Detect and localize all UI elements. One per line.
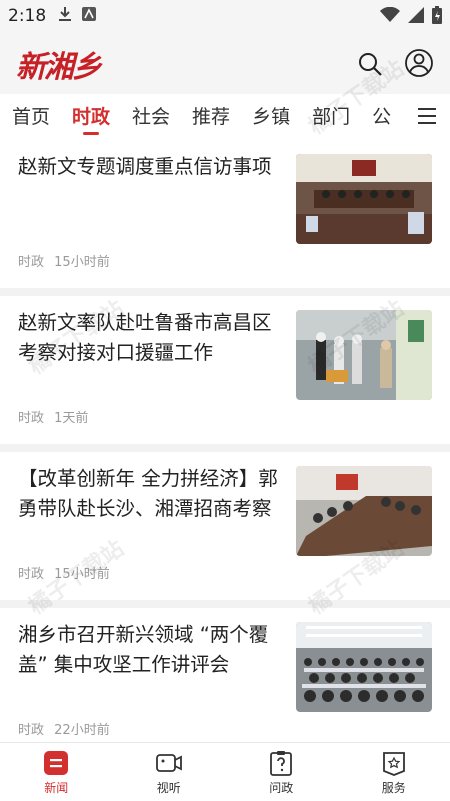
news-time: 15小时前 [54,567,110,582]
news-meta: 时政 1天前 [18,407,88,426]
news-title: 【改革创新年 全力拼经济】郭勇带队赴长沙、湘潭招商考察 [18,464,278,524]
search-button[interactable] [356,50,384,78]
news-category: 时政 [18,723,44,738]
question-icon [268,750,294,776]
news-meta: 时政 22小时前 [18,719,110,738]
nav-service-label: 服务 [382,779,406,796]
tab-public[interactable]: 公 [372,94,391,140]
news-category: 时政 [18,567,44,582]
news-meta: 时政 15小时前 [18,563,110,582]
download-icon [58,6,72,27]
status-time: 2:18 [8,6,46,26]
news-category: 时政 [18,255,44,270]
tab-home[interactable]: 首页 [12,94,50,140]
news-category: 时政 [18,411,44,426]
tab-politics[interactable]: 时政 [72,94,110,140]
search-icon [356,50,384,78]
tabs-scroll[interactable]: 首页 时政 社会 推荐 乡镇 部门 公 [0,94,400,140]
news-card[interactable]: 赵新文专题调度重点信访事项 时政 15小时前 [0,140,450,288]
news-time: 1天前 [54,411,88,426]
signal-icon [408,7,424,28]
news-title: 湘乡市召开新兴领域 “两个覆盖” 集中攻坚工作讲评会 [18,620,278,680]
nav-video[interactable]: 视听 [113,743,226,801]
nav-news-label: 新闻 [44,779,68,796]
news-card[interactable]: 赵新文率队赴吐鲁番市高昌区考察对接对口援疆工作 时政 1天前 [0,296,450,444]
tab-towns[interactable]: 乡镇 [252,94,290,140]
news-title: 赵新文率队赴吐鲁番市高昌区考察对接对口援疆工作 [18,308,278,368]
nav-service[interactable]: 服务 [338,743,450,801]
nav-video-label: 视听 [157,779,181,796]
news-meta: 时政 15小时前 [18,251,110,270]
news-icon [43,750,69,776]
news-thumbnail [296,310,432,400]
battery-icon [432,6,442,29]
news-time: 22小时前 [54,723,110,738]
category-tabs: 首页 时政 社会 推荐 乡镇 部门 公 [0,94,450,140]
tab-recommend[interactable]: 推荐 [192,94,230,140]
user-profile-button[interactable] [404,48,434,78]
app-logo: 新湘乡 [16,42,100,86]
nav-inquiry-label: 问政 [269,779,293,796]
news-card[interactable]: 湘乡市召开新兴领域 “两个覆盖” 集中攻坚工作讲评会 时政 22小时前 [0,608,450,756]
news-feed[interactable]: 赵新文专题调度重点信访事项 时政 15小时前 赵新文率队赴吐鲁番市高昌区考察对接… [0,140,450,764]
menu-icon [418,108,436,110]
status-bar: 2:18 [0,0,450,32]
tab-society[interactable]: 社会 [132,94,170,140]
bottom-navigation: 新闻 视听 问政 服务 [0,742,450,801]
video-icon [156,750,182,776]
nav-news[interactable]: 新闻 [0,743,113,801]
tab-departments[interactable]: 部门 [312,94,350,140]
user-icon [404,48,434,78]
app-header: 新湘乡 [0,32,450,94]
channel-menu-button[interactable] [418,108,436,124]
news-thumbnail [296,622,432,712]
news-title: 赵新文专题调度重点信访事项 [18,152,278,182]
news-thumbnail [296,154,432,244]
wifi-icon [380,7,400,28]
news-time: 15小时前 [54,255,110,270]
service-icon [381,750,407,776]
nav-inquiry[interactable]: 问政 [225,743,338,801]
app-notification-icon [82,6,96,26]
news-thumbnail [296,466,432,556]
news-card[interactable]: 【改革创新年 全力拼经济】郭勇带队赴长沙、湘潭招商考察 时政 15小时前 [0,452,450,600]
